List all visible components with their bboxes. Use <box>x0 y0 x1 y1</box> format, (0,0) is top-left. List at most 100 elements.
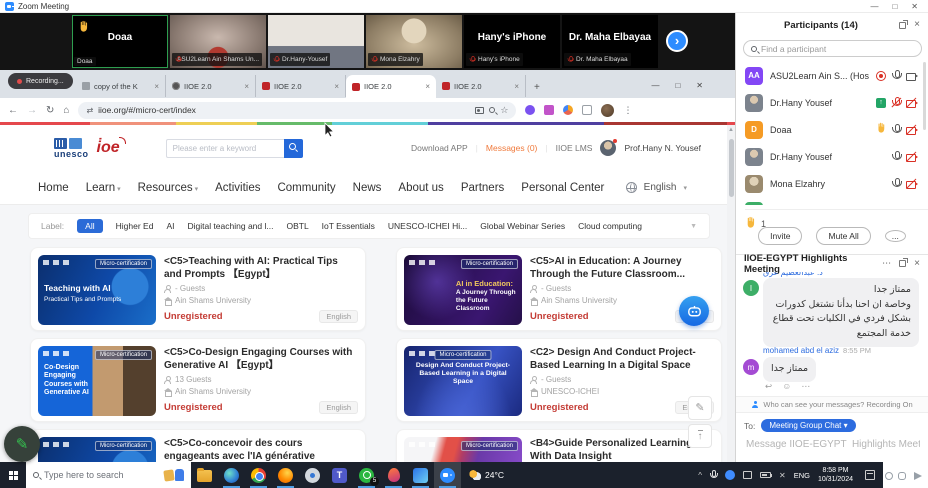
recipient-dropdown[interactable]: Meeting Group Chat ▾ <box>761 419 855 432</box>
browser-menu-icon[interactable]: ⋮ <box>623 105 632 116</box>
tab-close-icon[interactable]: × <box>154 82 159 91</box>
course-title[interactable]: <C5>Co-Design Engaging Courses with Gene… <box>164 346 358 372</box>
site-search-button[interactable] <box>284 139 303 158</box>
url-input[interactable] <box>98 105 470 115</box>
nav-item-partners[interactable]: Partners <box>461 182 504 194</box>
notification-center-icon[interactable] <box>865 470 875 480</box>
taskbar-chrome-icon[interactable] <box>245 462 272 488</box>
participant-row[interactable]: DDoaa <box>736 116 928 143</box>
home-icon[interactable]: ⌂ <box>63 105 69 116</box>
filter-pill-unesco-ichei-hi-[interactable]: UNESCO-ICHEI Hi... <box>388 221 467 231</box>
speaker-muted-icon[interactable]: ✕ <box>779 471 786 480</box>
extension-icon[interactable] <box>525 105 535 115</box>
participant-row[interactable]: Dr.Hany Yousef <box>736 143 928 170</box>
participant-row[interactable] <box>736 197 928 205</box>
filter-pill-ai[interactable]: AI <box>166 221 174 231</box>
start-button[interactable] <box>0 462 26 488</box>
emoji-icon[interactable] <box>885 472 893 480</box>
tab-close-icon[interactable]: × <box>334 82 339 91</box>
pop-out-icon[interactable] <box>899 260 906 267</box>
maximize-icon[interactable]: □ <box>892 2 897 11</box>
filter-pill-obtl[interactable]: OBTL <box>286 221 308 231</box>
send-icon[interactable] <box>914 472 922 480</box>
course-card[interactable]: Micro-certificationDesign And Conduct Pr… <box>396 338 722 422</box>
participant-row[interactable]: Mona Elzahry <box>736 170 928 197</box>
more-options-icon[interactable]: ⋯ <box>882 258 891 269</box>
battery-icon[interactable] <box>760 472 771 478</box>
browser-tab[interactable]: IIOE 2.0× <box>346 75 436 98</box>
new-tab-button[interactable]: + <box>534 82 540 93</box>
clock[interactable]: 8:58 PM 10/31/2024 <box>818 466 853 485</box>
participants-scrollbar[interactable] <box>923 62 926 130</box>
mute-all-button[interactable]: Mute All <box>816 227 870 245</box>
taskbar-zoom-icon[interactable] <box>434 462 461 488</box>
microphone-tray-icon[interactable] <box>710 470 717 480</box>
nav-item-activities[interactable]: Activities <box>215 182 260 194</box>
browser-tab[interactable]: copy of the K× <box>76 75 166 97</box>
messages-link[interactable]: Messages (0) <box>486 143 538 153</box>
file-icon[interactable] <box>898 472 906 480</box>
cast-icon[interactable] <box>475 107 484 114</box>
invite-button[interactable]: Invite <box>758 227 802 245</box>
back-to-top-button[interactable]: ↑ <box>688 424 712 448</box>
download-app-link[interactable]: Download APP <box>411 143 468 153</box>
language-switcher[interactable]: English ▾ <box>626 182 687 193</box>
nav-item-news[interactable]: News <box>353 182 382 194</box>
course-card[interactable]: Micro-certificationAI in Education:A Jou… <box>396 247 722 331</box>
taskbar-edge-icon[interactable] <box>218 462 245 488</box>
close-icon[interactable]: ✕ <box>696 81 703 90</box>
course-card[interactable]: Micro-certification<B4>Guide Personalize… <box>396 429 722 462</box>
site-search-input[interactable] <box>166 139 284 158</box>
minimize-icon[interactable]: — <box>870 2 878 11</box>
course-card[interactable]: Micro-certificationTeaching with AIPract… <box>30 247 366 331</box>
course-card[interactable]: Micro-certification<C5>Co-concevoir des … <box>30 429 366 462</box>
browser-profile-avatar[interactable] <box>601 104 614 117</box>
bookmark-star-icon[interactable]: ☆ <box>500 106 508 115</box>
more-options-button[interactable]: ... <box>885 230 906 242</box>
chatbot-button[interactable] <box>679 296 709 326</box>
lms-link[interactable]: IIOE LMS <box>556 143 593 153</box>
filter-pill-all[interactable]: All <box>77 219 102 233</box>
tab-close-icon[interactable]: × <box>425 82 430 91</box>
browser-tab[interactable]: IIOE 2.0× <box>256 75 346 97</box>
back-icon[interactable]: ← <box>8 105 18 116</box>
filter-pill-iot-essentials[interactable]: IoT Essentials <box>322 221 375 231</box>
video-tile[interactable]: Mona Elzahry <box>366 15 462 68</box>
extensions-puzzle-icon[interactable] <box>582 105 592 115</box>
taskbar-app-gray-icon[interactable] <box>299 462 326 488</box>
participant-row[interactable]: AAASU2Learn Ain S... (Host, me) <box>736 62 928 89</box>
filter-pill-global-webinar-series[interactable]: Global Webinar Series <box>480 221 565 231</box>
user-avatar[interactable] <box>600 140 616 156</box>
site-info-icon[interactable]: ⇄ <box>86 106 93 115</box>
video-tile[interactable]: Hany's iPhoneHany's iPhone <box>464 15 560 68</box>
nav-item-learn[interactable]: Learn▾ <box>86 182 121 194</box>
taskbar-search-input[interactable] <box>44 470 159 480</box>
participant-search-input[interactable] <box>761 44 914 54</box>
taskbar-whatsapp-icon[interactable]: 5 <box>353 462 380 488</box>
scroll-up-icon[interactable]: ▲ <box>728 127 734 133</box>
close-icon[interactable]: × <box>914 259 920 269</box>
course-card[interactable]: Micro-certificationCo-Design Engaging Co… <box>30 338 366 422</box>
network-icon[interactable] <box>743 471 752 479</box>
search-icon[interactable] <box>489 107 495 113</box>
taskbar-firefox-icon[interactable] <box>272 462 299 488</box>
omnibox[interactable]: ⇄ ☆ <box>78 102 516 119</box>
video-tile[interactable]: ASU2Learn Ain Shams Un... <box>170 15 266 68</box>
user-name[interactable]: Prof.Hany N. Yousef <box>624 143 701 153</box>
course-title[interactable]: <C5>Co-concevoir des cours engageants av… <box>164 437 358 462</box>
course-title[interactable]: <B4>Guide Personalized Learning With Dat… <box>530 437 714 462</box>
weather-widget[interactable]: 24°C <box>469 470 504 480</box>
annotation-pen-button[interactable]: ✎ <box>4 426 40 462</box>
participant-row[interactable]: Dr.Hany Yousef↑ <box>736 89 928 116</box>
course-title[interactable]: <C2> Design And Conduct Project-Based Le… <box>530 346 714 372</box>
next-participants-button[interactable]: › <box>666 30 688 52</box>
video-tile[interactable]: DoaaDoaa <box>72 15 168 68</box>
taskbar-app-blue-icon[interactable] <box>407 462 434 488</box>
nav-item-about-us[interactable]: About us <box>398 182 443 194</box>
extension-icon[interactable] <box>544 105 554 115</box>
close-icon[interactable]: ✕ <box>911 2 918 11</box>
video-tile[interactable]: Dr.Hany-Yousef <box>268 15 364 68</box>
message-reaction-icons[interactable]: ↩ ☺ ⋯ <box>765 381 814 392</box>
minimize-icon[interactable]: — <box>651 81 659 90</box>
nav-item-resources[interactable]: Resources▾ <box>138 182 198 194</box>
